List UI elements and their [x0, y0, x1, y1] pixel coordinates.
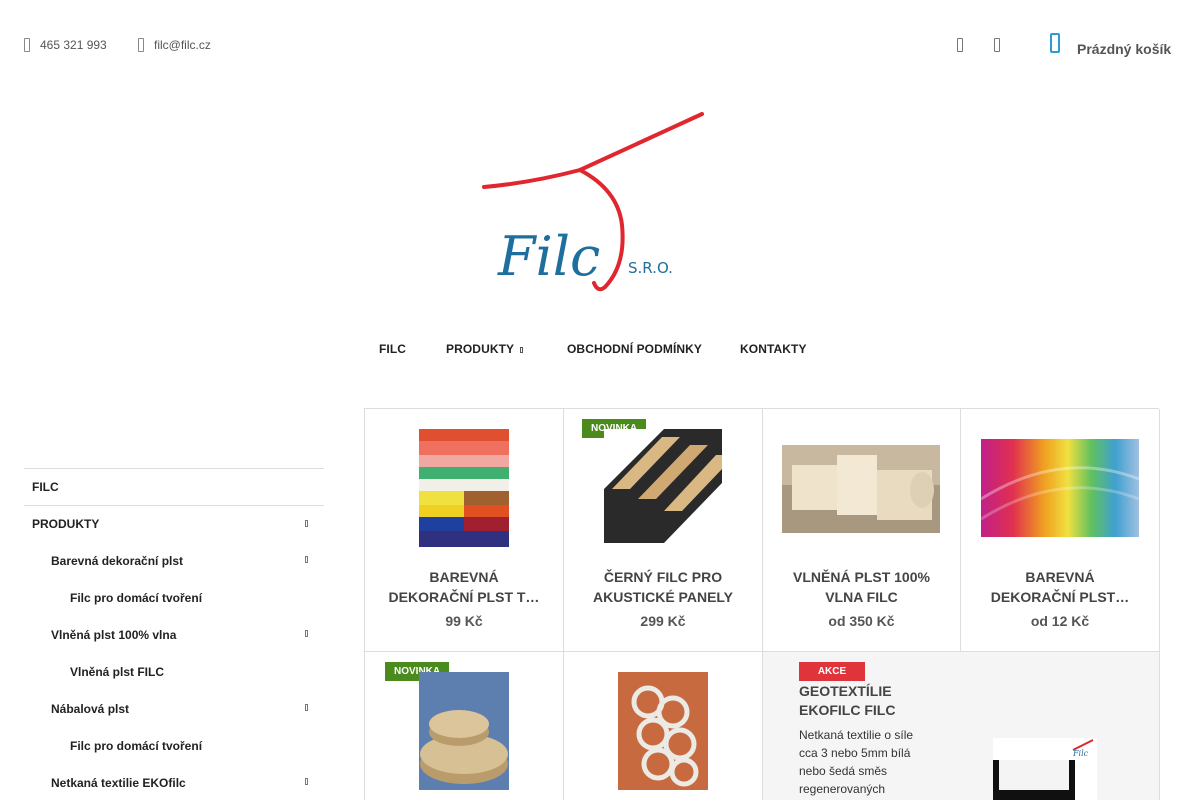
nav-item-kontakty[interactable]: KONTAKTY [740, 342, 807, 356]
product-price: 99 Kč [445, 613, 483, 629]
featured-title[interactable]: GEOTEXTÍLIE EKOFILC FILC [799, 682, 895, 720]
felt-stack-image [419, 429, 509, 547]
chevron-down-icon [520, 346, 524, 353]
featured-desc-line: cca 3 nebo 5mm bílá [799, 746, 911, 760]
sidebar-item-label: Nábalová plst [51, 701, 130, 716]
product-image[interactable] [782, 445, 940, 533]
nav-item-produkty-label: PRODUKTY [446, 342, 515, 356]
featured-product-card[interactable]: AKCE GEOTEXTÍLIE EKOFILC FILC Netkaná te… [763, 652, 1160, 800]
product-image[interactable] [980, 439, 1140, 537]
product-card[interactable]: BAREVNÁ DEKORAČNÍ PLST T… 99 Kč [365, 409, 564, 652]
geotextile-roll-image: Filc [993, 738, 1097, 800]
expand-icon[interactable] [305, 630, 308, 637]
product-image[interactable] [604, 429, 722, 543]
product-name-line: DEKORAČNÍ PLST… [990, 589, 1130, 605]
logo-text: Filc [497, 225, 600, 288]
product-grid: BAREVNÁ DEKORAČNÍ PLST T… 99 Kč NOVINKA … [364, 408, 1160, 800]
top-bar: 465 321 993 filc@filc.cz Prázdný košík [0, 0, 1200, 90]
akce-badge: AKCE [799, 662, 865, 681]
sidebar-item-filc-pro-domaci-tvoreni[interactable]: Filc pro domácí tvoření [24, 579, 324, 616]
sidebar-item-label: Filc pro domácí tvoření [70, 738, 203, 753]
sidebar-item-label: Vlněná plst 100% vlna [51, 627, 177, 642]
featured-product-image[interactable]: Filc [993, 738, 1097, 800]
product-card[interactable]: NOVINKA [365, 652, 564, 800]
phone-icon [24, 38, 30, 52]
product-card[interactable]: BAREVNÁ DEKORAČNÍ PLST… od 12 Kč [961, 409, 1160, 652]
color-felt-rainbow-image [980, 439, 1140, 537]
product-price: 299 Kč [640, 613, 686, 629]
featured-title-line: GEOTEXTÍLIE [799, 683, 892, 699]
featured-title-line: EKOFILC FILC [799, 702, 896, 718]
sidebar-item-label: Barevná dekorační plst [51, 553, 184, 568]
sidebar-item-filc-pro-domaci-tvoreni-2[interactable]: Filc pro domácí tvoření [24, 727, 324, 764]
product-image[interactable] [419, 672, 509, 790]
category-sidebar: FILC PRODUKTY Barevná dekorační plst Fil… [24, 468, 324, 800]
site-logo[interactable]: Filc S.R.O. [470, 105, 710, 300]
product-price: od 350 Kč [828, 613, 895, 629]
user-icon[interactable] [994, 38, 1000, 52]
product-card[interactable]: NOVINKA ČERNÝ FILC PRO AKUSTICKÉ PANELY … [564, 409, 763, 652]
sidebar-item-label: Filc pro domácí tvoření [70, 590, 203, 605]
phone-contact[interactable]: 465 321 993 [24, 38, 107, 52]
logo-graphic: Filc S.R.O. [482, 112, 704, 292]
featured-desc-line: nebo šedá směs [799, 764, 888, 778]
email-address: filc@filc.cz [154, 38, 211, 52]
product-name-line: AKUSTICKÉ PANELY [592, 589, 734, 605]
product-card[interactable] [564, 652, 763, 800]
sidebar-item-nabalova-plst[interactable]: Nábalová plst [24, 690, 324, 727]
product-name[interactable]: BAREVNÁ DEKORAČNÍ PLST… [961, 567, 1159, 607]
product-name-line: VLNA FILC [825, 589, 898, 605]
cart-icon[interactable] [1050, 33, 1060, 53]
sidebar-item-filc[interactable]: FILC [24, 468, 324, 505]
sidebar-item-vlnena-plst-filc[interactable]: Vlněná plst FILC [24, 653, 324, 690]
featured-description: Netkaná textilie o síle cca 3 nebo 5mm b… [799, 726, 929, 798]
nav-item-obchodni-podminky[interactable]: OBCHODNÍ PODMÍNKY [567, 342, 702, 356]
search-icon[interactable] [957, 38, 963, 52]
product-image[interactable] [419, 429, 509, 547]
product-name[interactable]: ČERNÝ FILC PRO AKUSTICKÉ PANELY [564, 567, 762, 607]
product-name-line: VLNĚNÁ PLST 100% [793, 569, 930, 585]
sidebar-item-produkty[interactable]: PRODUKTY [24, 505, 324, 542]
sidebar-item-vlnena-plst-100[interactable]: Vlněná plst 100% vlna [24, 616, 324, 653]
product-name[interactable]: BAREVNÁ DEKORAČNÍ PLST T… [365, 567, 563, 607]
product-price: od 12 Kč [1030, 613, 1090, 629]
sidebar-item-label: Vlněná plst FILC [70, 664, 165, 679]
felt-rings-image [618, 672, 708, 790]
mini-logo-text: Filc [1072, 749, 1089, 758]
product-name-line: BAREVNÁ [429, 569, 499, 585]
featured-desc-line: regenerovaných [799, 782, 886, 796]
phone-number: 465 321 993 [40, 38, 107, 52]
logo-suffix: S.R.O. [628, 259, 673, 277]
nav-item-filc[interactable]: FILC [379, 342, 406, 356]
product-image[interactable] [618, 672, 708, 790]
product-name-line: ČERNÝ FILC PRO [603, 569, 723, 585]
product-name-line: DEKORAČNÍ PLST T… [388, 589, 540, 605]
sidebar-item-netkana-textilie[interactable]: Netkaná textilie EKOfilc [24, 764, 324, 800]
product-name-line: BAREVNÁ [1025, 569, 1095, 585]
email-contact[interactable]: filc@filc.cz [138, 38, 211, 52]
felt-discs-image [419, 672, 509, 790]
expand-icon[interactable] [305, 704, 308, 711]
acoustic-panel-image [604, 429, 722, 543]
cart-label[interactable]: Prázdný košík [1077, 41, 1171, 57]
nav-item-produkty[interactable]: PRODUKTY [446, 342, 524, 356]
product-card[interactable]: VLNĚNÁ PLST 100% VLNA FILC od 350 Kč [763, 409, 961, 652]
expand-icon[interactable] [305, 556, 308, 563]
featured-desc-line: Netkaná textilie o síle [799, 728, 914, 742]
main-navigation: FILC PRODUKTY OBCHODNÍ PODMÍNKY KONTAKTY [0, 342, 1200, 362]
sidebar-item-label: Netkaná textilie EKOfilc [51, 775, 186, 790]
sidebar-item-barevna-dekoracni-plst[interactable]: Barevná dekorační plst [24, 542, 324, 579]
sidebar-item-label: PRODUKTY [32, 517, 100, 531]
wool-felt-rolls-image [782, 445, 940, 533]
product-name[interactable]: VLNĚNÁ PLST 100% VLNA FILC [763, 567, 960, 607]
expand-icon[interactable] [305, 520, 308, 527]
expand-icon[interactable] [305, 778, 308, 785]
sidebar-item-label: FILC [32, 480, 59, 494]
mail-icon [138, 38, 144, 52]
